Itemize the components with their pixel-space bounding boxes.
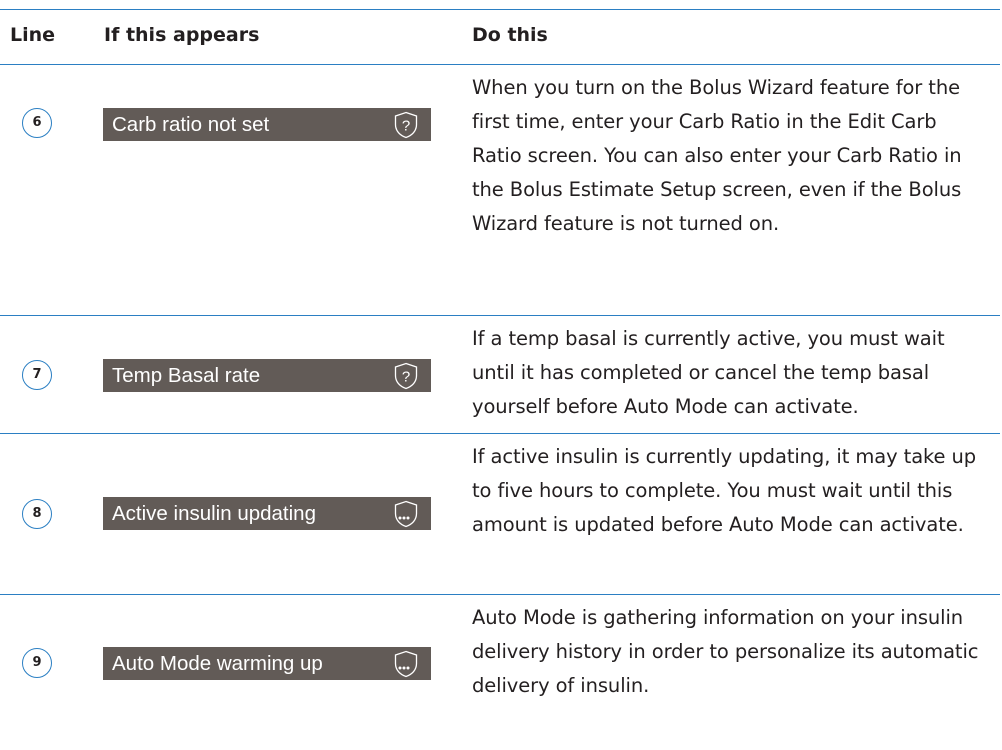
table-row: 7 Temp Basal rate ? If a temp basal is c… xyxy=(0,316,1002,433)
line-number-badge: 7 xyxy=(22,360,52,390)
row-description: Auto Mode is gathering information on yo… xyxy=(472,606,979,697)
help-shield-icon: ? xyxy=(394,362,418,390)
troubleshooting-table: Line If this appears Do this 6 Carb rati… xyxy=(0,9,1002,731)
table-row: 9 Auto Mode warming up Auto Mode is gath… xyxy=(0,595,1002,731)
table-row: 8 Active insulin updating If active insu… xyxy=(0,434,1002,594)
waiting-shield-icon xyxy=(394,500,418,528)
row-description: If a temp basal is currently active, you… xyxy=(472,327,945,418)
row-description: When you turn on the Bolus Wizard featur… xyxy=(472,76,962,235)
pump-screen-message: Temp Basal rate ? xyxy=(103,359,431,392)
help-shield-icon: ? xyxy=(394,111,418,139)
column-header-appears: If this appears xyxy=(104,24,260,46)
column-header-line: Line xyxy=(10,24,56,46)
pump-screen-text: Active insulin updating xyxy=(112,502,316,525)
svg-text:?: ? xyxy=(402,369,410,386)
line-number-badge: 6 xyxy=(22,108,52,138)
pump-screen-text: Auto Mode warming up xyxy=(112,652,323,675)
pump-screen-message: Auto Mode warming up xyxy=(103,647,431,680)
svg-text:?: ? xyxy=(402,118,410,135)
pump-screen-message: Carb ratio not set ? xyxy=(103,108,431,141)
row-description: If active insulin is currently updating,… xyxy=(472,445,977,536)
pump-screen-text: Carb ratio not set xyxy=(112,113,270,136)
pump-screen-text: Temp Basal rate xyxy=(112,364,261,387)
line-number-badge: 8 xyxy=(22,499,52,529)
table-row: 6 Carb ratio not set ? When you turn on … xyxy=(0,65,1002,315)
waiting-shield-icon xyxy=(394,650,418,678)
table-header-row: Line If this appears Do this xyxy=(0,10,1002,64)
column-header-do: Do this xyxy=(472,24,548,46)
pump-screen-message: Active insulin updating xyxy=(103,497,431,530)
line-number-badge: 9 xyxy=(22,648,52,678)
